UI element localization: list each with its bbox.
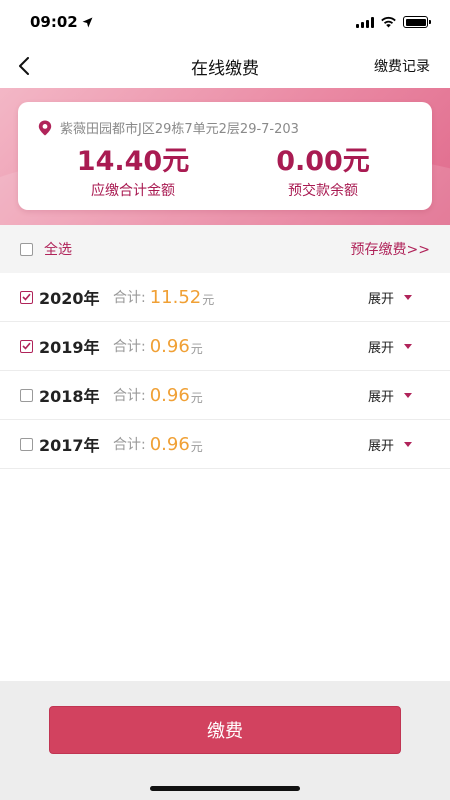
checkmark-icon [22, 293, 31, 301]
pay-button[interactable]: 缴费 [49, 706, 401, 754]
year-row[interactable]: 2017年 合计: 0.96 元 展开 [0, 420, 450, 469]
year-row[interactable]: 2019年 合计: 0.96 元 展开 [0, 322, 450, 371]
year-label: 2018年 [39, 387, 100, 406]
total-value: 0.96 [149, 433, 190, 455]
expand-toggle[interactable]: 展开 [368, 435, 412, 454]
expand-toggle[interactable]: 展开 [368, 337, 412, 356]
expand-label: 展开 [367, 340, 394, 356]
footer: 缴费 [0, 681, 450, 800]
total-value: 0.96 [149, 335, 190, 357]
total-label: 合计: [113, 388, 146, 404]
expand-toggle[interactable]: 展开 [368, 288, 412, 307]
caret-down-icon [404, 441, 412, 447]
payment-records-link[interactable]: 缴费记录 [374, 56, 430, 76]
clock-text: 09:02 [30, 13, 78, 31]
total-unit: 元 [202, 292, 215, 307]
year-checkbox[interactable] [20, 388, 33, 402]
location-pin-icon [38, 120, 52, 135]
total-value: 11.52 [149, 286, 202, 308]
checkmark-icon [22, 342, 31, 350]
caret-down-icon [404, 343, 412, 349]
expand-label: 展开 [367, 291, 394, 307]
total-label: 合计: [113, 290, 146, 306]
page-title: 在线缴费 [191, 58, 259, 79]
prepaid-balance-label: 预交款余额 [288, 183, 358, 199]
status-time: 09:02 [30, 13, 93, 31]
prepaid-balance-value: 0.00元 [276, 146, 370, 177]
summary-card: 紫薇田园都市J区29栋7单元2层29-7-203 14.40元 应缴合计金额 0… [18, 102, 432, 210]
total-unit: 元 [190, 341, 203, 356]
total-unit: 元 [190, 439, 203, 454]
prestore-payment-link[interactable]: 预存缴费>> [351, 239, 430, 259]
wifi-icon [381, 16, 396, 28]
total-value: 0.96 [149, 384, 190, 406]
select-bar: 全选 预存缴费>> [0, 225, 450, 273]
nav-bar: 在线缴费 缴费记录 [0, 44, 450, 88]
expand-toggle[interactable]: 展开 [368, 386, 412, 405]
year-checkbox[interactable] [20, 339, 33, 353]
year-row[interactable]: 2018年 合计: 0.96 元 展开 [0, 371, 450, 420]
status-icons [356, 16, 431, 28]
prepaid-balance: 0.00元 预交款余额 [248, 146, 398, 200]
total-label: 合计: [113, 437, 146, 453]
address-row: 紫薇田园都市J区29栋7单元2层29-7-203 [38, 118, 299, 137]
year-list: 2020年 合计: 11.52 元 展开 2019年 合计: 0.96 元 展开… [0, 273, 450, 469]
year-label: 2019年 [39, 338, 100, 357]
caret-down-icon [404, 392, 412, 398]
select-all-checkbox[interactable] [20, 242, 33, 256]
amount-due: 14.40元 应缴合计金额 [58, 146, 208, 200]
year-checkbox[interactable] [20, 290, 33, 304]
year-checkbox[interactable] [20, 437, 33, 451]
back-button[interactable] [8, 50, 40, 82]
year-label: 2020年 [39, 289, 100, 308]
status-bar: 09:02 [0, 0, 450, 44]
year-row[interactable]: 2020年 合计: 11.52 元 展开 [0, 273, 450, 322]
expand-label: 展开 [367, 389, 394, 405]
expand-label: 展开 [367, 438, 394, 454]
amount-due-value: 14.40元 [76, 146, 190, 177]
year-label: 2017年 [39, 436, 100, 455]
amount-due-label: 应缴合计金额 [91, 183, 175, 199]
signal-icon [356, 16, 374, 28]
total-label: 合计: [113, 339, 146, 355]
location-arrow-icon [82, 17, 93, 27]
address-text: 紫薇田园都市J区29栋7单元2层29-7-203 [60, 122, 299, 137]
caret-down-icon [404, 294, 412, 300]
home-indicator[interactable] [150, 786, 300, 791]
select-all-label[interactable]: 全选 [44, 239, 72, 259]
battery-icon [403, 16, 431, 28]
chevron-left-icon [19, 57, 29, 75]
total-unit: 元 [190, 390, 203, 405]
